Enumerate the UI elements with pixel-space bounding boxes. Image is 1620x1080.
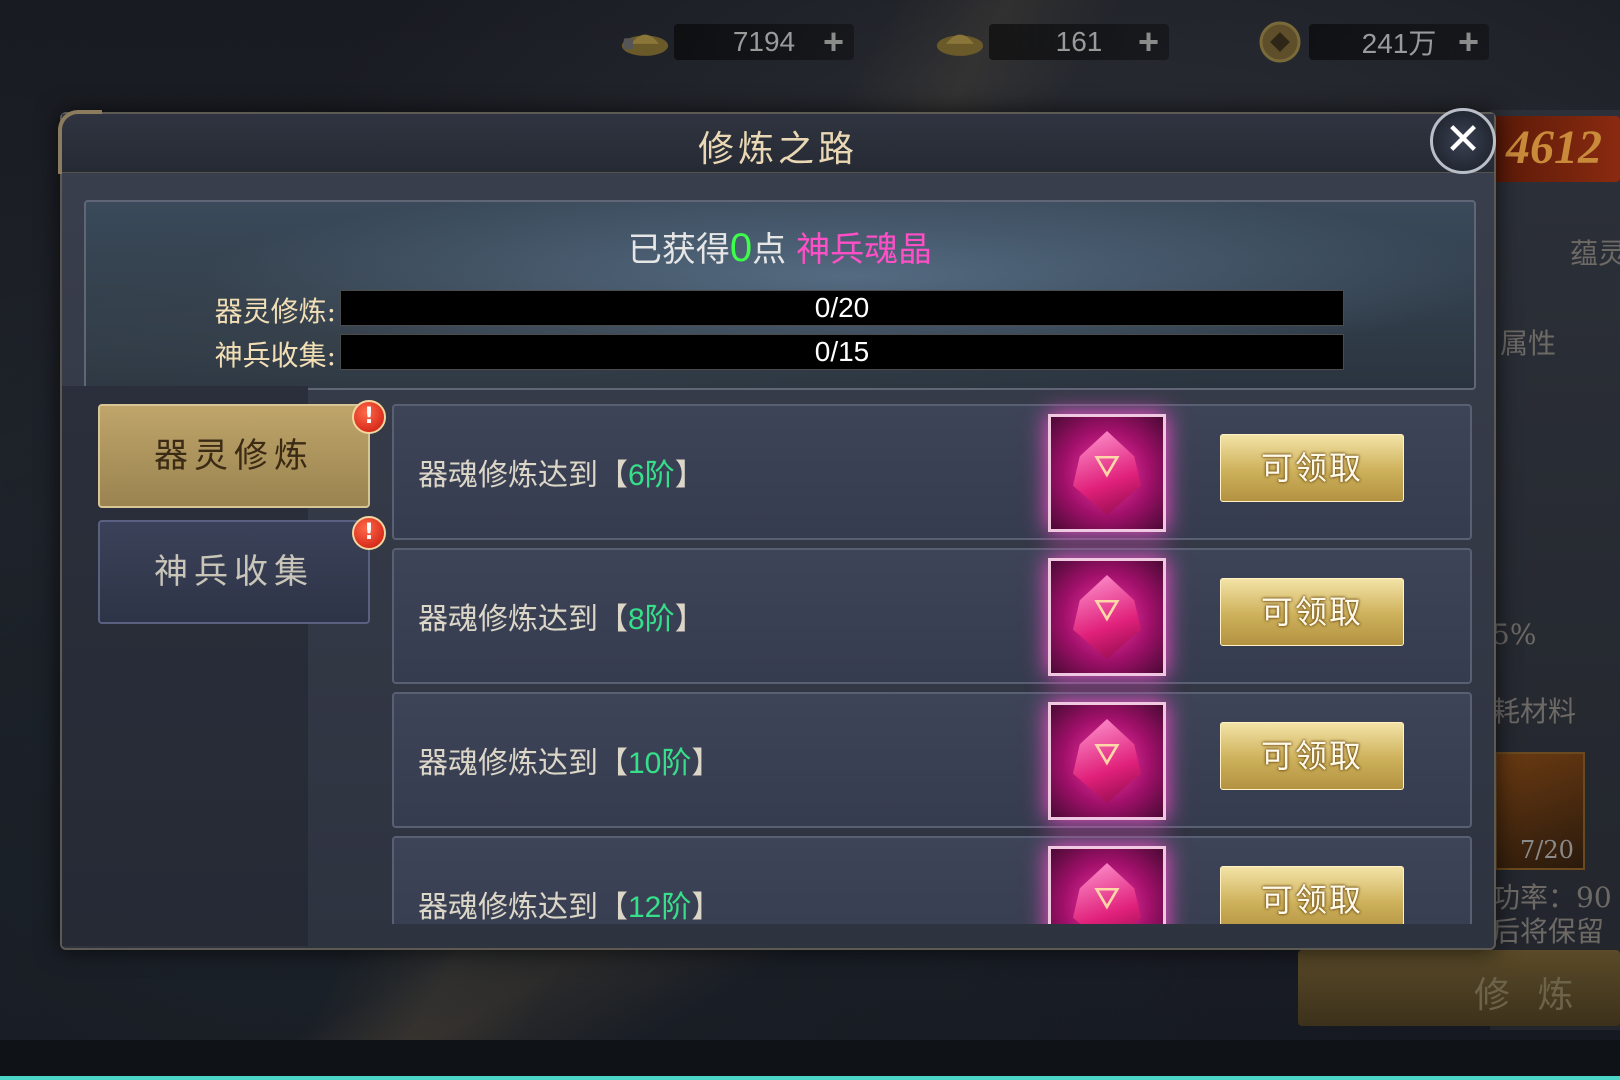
currency-value: 7194 — [732, 26, 796, 57]
currency-value: 241万 — [1361, 28, 1437, 59]
currency-value: 161 — [1055, 26, 1103, 57]
currency-coin: 241万 + — [1255, 20, 1489, 64]
currency-locked-gold: 7194 + — [620, 20, 854, 64]
add-currency-button[interactable]: + — [1458, 24, 1479, 60]
currency-value-box: 241万 + — [1309, 24, 1489, 60]
currency-value-box: 7194 + — [674, 24, 854, 60]
coin-icon — [1255, 21, 1305, 63]
combat-power-banner: 4612 — [1492, 116, 1620, 182]
side-label: 耗材料 — [1492, 695, 1577, 728]
progress-text: 0/20 — [814, 292, 870, 323]
add-currency-button[interactable]: + — [823, 24, 844, 60]
milestone-text: 器魂修炼达到【8阶】 — [418, 602, 705, 637]
bottom-accent-line — [0, 1076, 1620, 1080]
claim-button[interactable]: 可领取 — [1220, 578, 1404, 646]
soul-crystal-icon[interactable]: ⛛ — [1048, 414, 1166, 532]
points-summary: 已获得0点 神兵魂晶 — [86, 222, 1474, 271]
tab-weapon-collection[interactable]: 神兵收集 — [98, 520, 370, 624]
currency-gold: 161 + — [935, 20, 1169, 64]
dialog-title-bar: 修炼之路 — [58, 110, 1494, 174]
cultivation-road-dialog: 修炼之路 已获得0点 神兵魂晶 器灵修炼: 0/20 神兵收集: 0/15 器灵修… — [58, 110, 1496, 950]
points-suffix: 点 — [752, 230, 787, 270]
train-button-label: 修 炼 — [1474, 975, 1582, 1016]
currency-name: 神兵魂晶 — [796, 230, 933, 270]
soul-crystal-icon[interactable]: ⛛ — [1048, 558, 1166, 676]
list-item: 器魂修炼达到【10阶】 ⛛ 可领取 — [392, 692, 1472, 828]
progress-text: 0/15 — [814, 336, 870, 367]
train-button[interactable]: 修 炼 — [1298, 950, 1620, 1026]
soul-crystal-icon[interactable]: ⛛ — [1048, 846, 1166, 924]
progress-label-spirit: 器灵修炼: — [214, 295, 336, 328]
claim-button[interactable]: 可领取 — [1220, 866, 1404, 924]
gold-ingot-locked-icon — [620, 22, 670, 62]
reward-list[interactable]: 器魂修炼达到【6阶】 ⛛ 可领取 器魂修炼达到【8阶】 ⛛ 可领取 器魂修炼达到… — [368, 386, 1488, 924]
progress-bar-spirit: 0/20 — [340, 290, 1344, 326]
tab-label: 器灵修炼 — [154, 436, 314, 476]
bottom-strip — [0, 1040, 1620, 1080]
tab-label: 神兵收集 — [154, 552, 314, 592]
points-prefix: 已获得 — [627, 230, 730, 270]
reward-summary-banner: 已获得0点 神兵魂晶 器灵修炼: 0/20 神兵收集: 0/15 — [84, 200, 1476, 390]
side-label: 蕴灵 — [1570, 237, 1620, 270]
add-currency-button[interactable]: + — [1138, 24, 1159, 60]
milestone-text: 器魂修炼达到【10阶】 — [418, 746, 722, 781]
list-item: 器魂修炼达到【6阶】 ⛛ 可领取 — [392, 404, 1472, 540]
soul-crystal-icon[interactable]: ⛛ — [1048, 702, 1166, 820]
side-label: 5% — [1492, 618, 1537, 651]
claim-button[interactable]: 可领取 — [1220, 434, 1404, 502]
claim-button[interactable]: 可领取 — [1220, 722, 1404, 790]
side-label: 7/20 — [1520, 836, 1574, 864]
side-label: 属性 — [1500, 327, 1557, 360]
tab-spirit-cultivation[interactable]: 器灵修炼 — [98, 404, 370, 508]
combat-power-number: 4612 — [1506, 121, 1602, 174]
currency-value-box: 161 + — [989, 24, 1169, 60]
list-item: 器魂修炼达到【12阶】 ⛛ 可领取 — [392, 836, 1472, 924]
progress-label-collection: 神兵收集: — [214, 339, 336, 372]
list-item: 器魂修炼达到【8阶】 ⛛ 可领取 — [392, 548, 1472, 684]
side-label: 后将保留 — [1492, 915, 1605, 948]
close-icon[interactable]: ✕ — [1430, 108, 1496, 174]
milestone-text: 器魂修炼达到【6阶】 — [418, 458, 705, 493]
dialog-title: 修炼之路 — [697, 129, 858, 170]
milestone-text: 器魂修炼达到【12阶】 — [418, 890, 722, 924]
gold-ingot-icon — [935, 22, 985, 62]
points-value: 0 — [729, 226, 753, 270]
progress-bar-collection: 0/15 — [340, 334, 1344, 370]
